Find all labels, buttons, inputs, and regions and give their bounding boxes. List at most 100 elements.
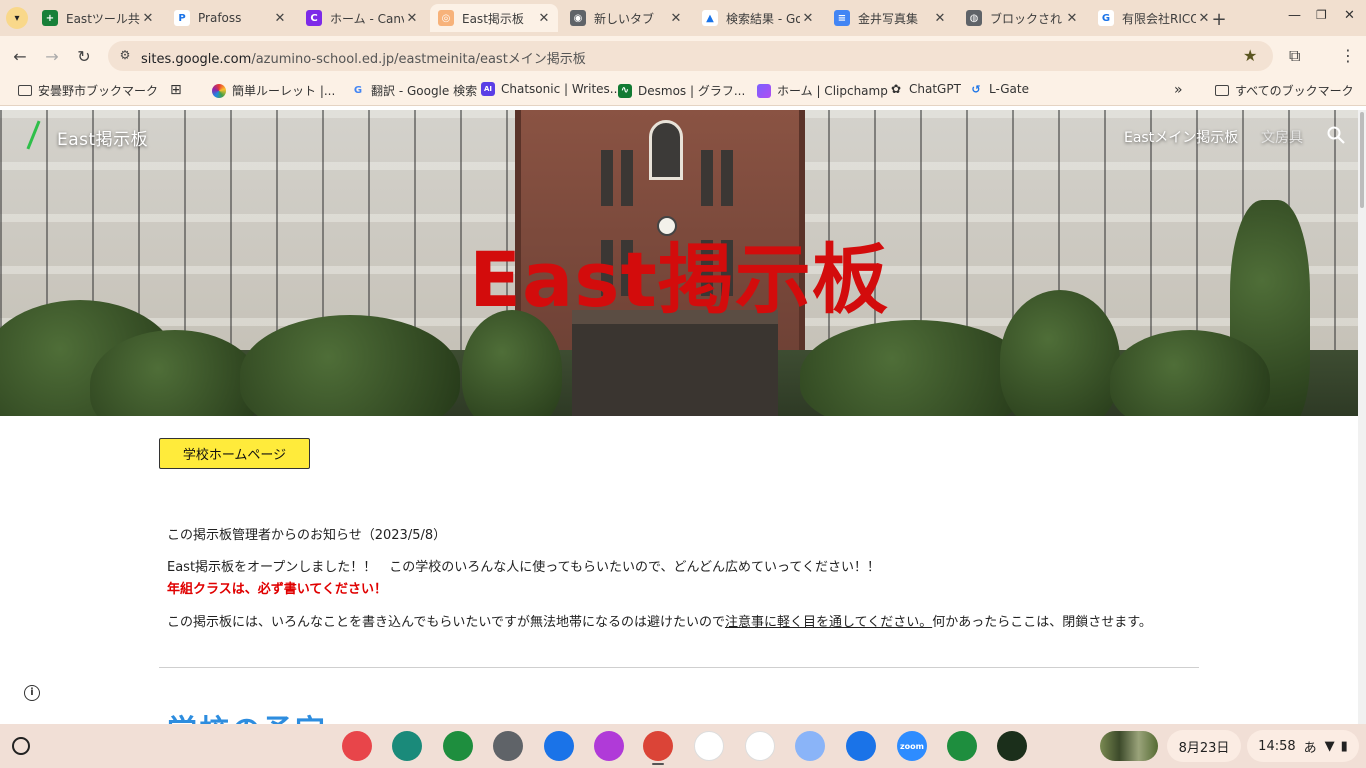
url-text[interactable]: sites.google.com/azumino-school.ed.jp/ea…	[141, 48, 586, 67]
bookmark-clipchamp[interactable]: ホーム | Clipchamp	[757, 82, 888, 99]
drive-app-icon[interactable]	[745, 731, 775, 761]
tab-3[interactable]: ◎ East掲示板 ✕	[430, 4, 558, 32]
tab-close-icon[interactable]: ✕	[140, 11, 156, 26]
bookmark-chatsonic[interactable]: AI Chatsonic | Writes...	[481, 82, 621, 96]
all-bookmarks-button[interactable]: すべてのブックマーク	[1215, 82, 1354, 99]
browser-toolbar: ← → ↻ ⚙ sites.google.com/azumino-school.…	[0, 36, 1366, 76]
tab-close-icon[interactable]: ✕	[1064, 11, 1080, 26]
bookmark-label: 翻訳 - Google 検索	[371, 84, 478, 98]
chrome-app-icon[interactable]	[643, 731, 673, 761]
tab-6[interactable]: ≡ 金井写真集 ✕	[826, 4, 954, 32]
classroom-screen-app-icon[interactable]	[392, 731, 422, 761]
tab-7[interactable]: ◍ ブロックされ ✕	[958, 4, 1086, 32]
tab-close-icon[interactable]: ✕	[536, 11, 552, 26]
tab-title: 有限会社RICO	[1122, 11, 1196, 26]
school-app-icon[interactable]	[997, 731, 1027, 761]
classroom-app-icon[interactable]	[947, 731, 977, 761]
camera-app-icon[interactable]	[846, 731, 876, 761]
tab-2[interactable]: C ホーム - Canva✕	[298, 4, 426, 32]
clipchamp-icon	[757, 83, 771, 98]
notice-line-open: East掲示板をオープンしました！！ この学校のいろんな人に使ってもらいたいので…	[167, 560, 881, 575]
bookmark-label: 簡単ルーレット |...	[232, 84, 336, 98]
nav-link-east-main[interactable]: Eastメイン掲示板	[1124, 127, 1238, 147]
tab-5[interactable]: ▲ 検索結果 - Google✕	[694, 4, 822, 32]
bookmark-label: Chatsonic | Writes...	[501, 82, 622, 96]
nav-link-stationery[interactable]: 文房具	[1261, 127, 1303, 147]
new-tab-button[interactable]: +	[1210, 9, 1228, 30]
system-shelf: zoom 8月23日 14:58 あ ▼ ▮	[0, 724, 1366, 768]
tab-4[interactable]: ◉ 新しいタブ ✕	[562, 4, 690, 32]
site-search-icon[interactable]	[1326, 125, 1346, 145]
tab-favicon-icon: ◍	[966, 10, 982, 26]
tab-close-icon[interactable]: ✕	[272, 11, 288, 26]
forward-icon[interactable]: →	[41, 45, 63, 67]
tab-1[interactable]: P Prafoss ✕	[166, 4, 294, 32]
tab-favicon-icon: +	[42, 10, 58, 26]
tab-close-icon[interactable]: ✕	[404, 11, 420, 26]
tab-favicon-icon: P	[174, 10, 190, 26]
site-info-icon[interactable]: ⚙	[117, 48, 133, 64]
notice-required-class: 年組クラスは、必ず書いてください！	[167, 582, 387, 597]
site-logo-icon[interactable]	[26, 120, 41, 150]
sheets-app-icon[interactable]	[443, 731, 473, 761]
translate-app-icon[interactable]	[795, 731, 825, 761]
bookmark-label: ChatGPT	[909, 82, 961, 96]
tab-close-icon[interactable]: ✕	[800, 11, 816, 26]
google-icon: G	[353, 85, 363, 96]
scrollbar-thumb[interactable]	[1360, 112, 1364, 208]
gmail-app-icon[interactable]	[694, 731, 724, 761]
hero-banner: East掲示板 Eastメイン掲示板 文房具 East掲示板	[0, 110, 1358, 416]
apps-grid-icon[interactable]: ⊞	[170, 82, 182, 98]
notice-line-rules: この掲示板には、いろんなことを書き込んでもらいたいですが無法地帯になるのは避けた…	[167, 611, 1152, 630]
sparkle-app-icon[interactable]	[594, 731, 624, 761]
bookmarks-bar: 安曇野市ブックマーク ⊞ 簡単ルーレット |... G 翻訳 - Google …	[0, 76, 1366, 106]
page-content: East掲示板 Eastメイン掲示板 文房具 East掲示板 学校ホームページ …	[0, 110, 1358, 724]
extensions-icon[interactable]: ⧉	[1289, 46, 1300, 66]
tab-8[interactable]: G 有限会社RICO ✕	[1090, 4, 1218, 32]
tab-list: +Eastツール共✕PPrafoss✕Cホーム - Canva✕◎East掲示板…	[34, 4, 1222, 34]
bookmark-chatgpt[interactable]: ✿ ChatGPT	[889, 82, 961, 96]
site-title[interactable]: East掲示板	[57, 125, 148, 150]
bookmark-google-translate[interactable]: G 翻訳 - Google 検索	[351, 82, 477, 99]
browser-menu-icon[interactable]: ⋮	[1340, 46, 1356, 65]
tab-0[interactable]: + Eastツール共 ✕	[34, 4, 162, 32]
files-app-icon[interactable]	[544, 731, 574, 761]
zoom-app-icon[interactable]: zoom	[897, 731, 927, 761]
notice-rules-text: この掲示板には、いろんなことを書き込んでもらいたいですが無法地帯になるのは避けた…	[167, 615, 725, 630]
bookmark-label: Desmos | グラフ...	[638, 84, 746, 98]
tab-favicon-icon: C	[306, 10, 322, 26]
url-host: sites.google.com	[141, 52, 252, 67]
reload-icon[interactable]: ↻	[73, 45, 95, 67]
close-window-icon[interactable]: ✕	[1344, 8, 1355, 23]
restore-icon[interactable]: ❐	[1316, 8, 1327, 22]
folder-icon	[1215, 85, 1229, 96]
info-icon[interactable]: i	[24, 685, 40, 701]
all-bookmarks-label: すべてのブックマーク	[1235, 84, 1354, 98]
address-bar[interactable]: ⚙ sites.google.com/azumino-school.ed.jp/…	[108, 41, 1273, 71]
chatsonic-icon: AI	[481, 82, 495, 96]
tab-search-chevron-icon[interactable]: ▾	[6, 7, 28, 29]
bookmark-lgate[interactable]: ↺ L-Gate	[969, 82, 1029, 96]
tab-favicon-icon: ◉	[570, 10, 586, 26]
rules-link[interactable]: 注意事に軽く目を通してください。	[725, 615, 932, 630]
date-display[interactable]: 8月23日	[1167, 730, 1241, 762]
launcher-icon[interactable]	[12, 737, 30, 755]
desmos-icon: ∿	[618, 83, 632, 98]
settings-app-icon[interactable]	[493, 731, 523, 761]
tab-close-icon[interactable]: ✕	[932, 11, 948, 26]
back-icon[interactable]: ←	[9, 45, 31, 67]
tab-close-icon[interactable]: ✕	[668, 11, 684, 26]
bookmark-desmos[interactable]: ∿ Desmos | グラフ...	[618, 82, 745, 99]
canvas-app-icon[interactable]	[342, 731, 372, 761]
bookmark-star-icon[interactable]: ★	[1243, 46, 1257, 65]
bookmark-roulette[interactable]: 簡単ルーレット |...	[212, 82, 335, 99]
status-tray[interactable]: 14:58 あ ▼ ▮	[1247, 730, 1359, 762]
bookmarks-overflow-icon[interactable]: »	[1174, 82, 1183, 98]
page-scrollbar[interactable]	[1358, 110, 1366, 724]
minimize-icon[interactable]: —	[1288, 8, 1301, 23]
school-homepage-button[interactable]: 学校ホームページ	[159, 438, 310, 469]
clock-time: 14:58	[1258, 738, 1296, 754]
holding-space-thumbnail[interactable]	[1100, 731, 1158, 761]
bookmark-folder-azumino[interactable]: 安曇野市ブックマーク	[18, 82, 158, 99]
tab-favicon-icon: ≡	[834, 10, 850, 26]
